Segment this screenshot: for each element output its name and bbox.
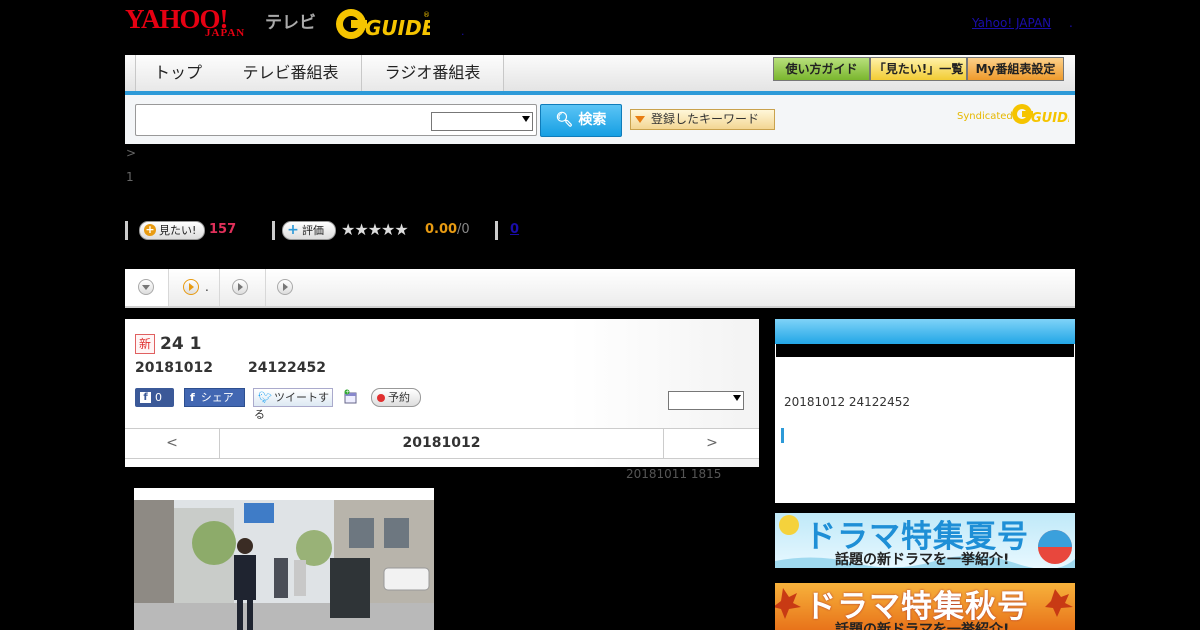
circle-down-icon [138, 279, 154, 295]
main-nav: トップ テレビ番組表 ラジオ番組表 使い方ガイド 「見たい!」一覧 My番組表設… [125, 55, 1075, 95]
facebook-share-button[interactable]: f シェア [184, 388, 245, 407]
tweet-button[interactable]: 🐦︎ ツイートする [253, 388, 333, 421]
chevron-down-icon [522, 116, 530, 122]
tab-second-label: . [205, 280, 209, 294]
rate-button[interactable]: + 評価 [282, 221, 336, 240]
day-navigation: < 20181012 > [125, 428, 759, 459]
search-button[interactable]: 🔍︎ 検索 [540, 104, 622, 137]
rate-label: 評価 [302, 224, 324, 237]
svg-text:®: ® [423, 11, 430, 19]
search-category-select[interactable] [431, 112, 533, 131]
watch-label: 見たい! [159, 224, 197, 237]
divider [125, 221, 128, 240]
svg-text:GUIDE: GUIDE [365, 16, 430, 40]
reviews-link[interactable]: 0 [510, 222, 519, 237]
summer-banner-subtitle: 話題の新ドラマを一挙紹介! [835, 552, 1010, 568]
program-select[interactable] [668, 391, 744, 410]
reserve-button[interactable]: 予約 [371, 388, 421, 407]
watch-list-button[interactable]: 「見たい!」一覧 [870, 57, 967, 81]
divider [272, 221, 275, 240]
saved-keywords-label: 登録したキーワード [651, 112, 760, 126]
record-dot-icon [377, 394, 385, 402]
add-calendar-icon[interactable]: + [343, 389, 358, 404]
tab-second[interactable]: . [169, 269, 220, 306]
reserve-label: 予約 [388, 391, 410, 404]
next-day-button[interactable]: > [663, 429, 760, 458]
svg-text:+: + [345, 390, 349, 396]
side-date-time: 20181012 24122452 [784, 395, 910, 409]
breadcrumb-arrow: > [126, 146, 137, 160]
facebook-like-count: 0 [155, 391, 162, 404]
tab-overview[interactable] [125, 269, 169, 306]
drama-summer-banner[interactable]: ドラマ特集夏号 話題の新ドラマを一挙紹介! [775, 513, 1075, 568]
star-rating: ★★★★★ [341, 220, 409, 239]
tab-tv-listings[interactable]: テレビ番組表 [220, 55, 362, 91]
my-listings-settings-button[interactable]: My番組表設定 [967, 57, 1064, 81]
guide-button[interactable]: 使い方ガイド [773, 57, 870, 81]
autumn-banner-subtitle: 話題の新ドラマを一挙紹介! [835, 622, 1010, 630]
plus-icon: + [144, 223, 156, 236]
facebook-like-button[interactable]: f0 [135, 388, 174, 407]
facebook-share-label: シェア [200, 391, 234, 404]
tab-radio-listings[interactable]: ラジオ番組表 [362, 55, 504, 91]
gguide-small-logo: GUIDE [1012, 104, 1069, 125]
program-panel: 新 24 1 20181012 24122452 f0 f シェア 🐦︎ ツイートす… [125, 319, 759, 467]
saved-keywords-button[interactable]: 登録したキーワード [630, 109, 775, 130]
gguide-logo[interactable]: GUIDE ® [335, 8, 430, 40]
search-icon: 🔍︎ [555, 112, 574, 128]
program-title: 24 1 [160, 334, 202, 354]
watch-count: 157 [209, 222, 237, 237]
tab-top[interactable]: トップ [135, 55, 221, 91]
new-badge: 新 [135, 334, 155, 354]
facebook-icon: f [140, 392, 151, 403]
side-info-box: 20181012 24122452 [775, 319, 1075, 503]
side-accent-bar [781, 428, 784, 443]
circle-play-icon [277, 279, 293, 295]
syndicated-label: Syndicated [957, 111, 1013, 122]
drama-autumn-banner[interactable]: ドラマ特集秋号 話題の新ドラマを一挙紹介! [775, 583, 1075, 630]
yahoo-japan-sublogo: JAPAN [205, 27, 246, 39]
watch-button[interactable]: + 見たい! [139, 221, 205, 240]
side-subheader [776, 344, 1074, 357]
program-photo [134, 488, 434, 630]
search-bar: 🔍︎ 検索 登録したキーワード Syndicated GUIDE [125, 95, 1075, 144]
facebook-icon: f [190, 391, 195, 404]
breadcrumb-number: 1 [126, 170, 134, 184]
header-dot-link[interactable]: . [1069, 16, 1073, 30]
triangle-down-icon [635, 116, 645, 123]
tv-label: テレビ [265, 13, 316, 33]
circle-play-icon [183, 279, 199, 295]
program-time: 24122452 [248, 360, 326, 376]
chevron-down-icon [733, 395, 741, 401]
updated-timestamp: 20181011 1815 [626, 467, 722, 481]
program-date: 20181012 [135, 360, 213, 376]
tab-fourth[interactable] [266, 269, 304, 306]
header-dot: . [461, 25, 465, 38]
tab-third[interactable] [220, 269, 266, 306]
rating-count: /0 [457, 222, 470, 237]
yahoo-japan-link[interactable]: Yahoo! JAPAN [972, 16, 1051, 30]
side-header [775, 319, 1075, 344]
prev-day-button[interactable]: < [125, 429, 220, 458]
svg-text:GUIDE: GUIDE [1031, 111, 1069, 125]
detail-tabs: . [125, 269, 1075, 308]
rating-score: 0.00 [425, 222, 458, 237]
search-button-label: 検索 [578, 112, 607, 128]
circle-play-icon [232, 279, 248, 295]
divider [495, 221, 498, 240]
plus-icon: + [287, 222, 299, 238]
twitter-bird-icon: 🐦︎ [258, 391, 272, 404]
current-day: 20181012 [402, 435, 481, 451]
